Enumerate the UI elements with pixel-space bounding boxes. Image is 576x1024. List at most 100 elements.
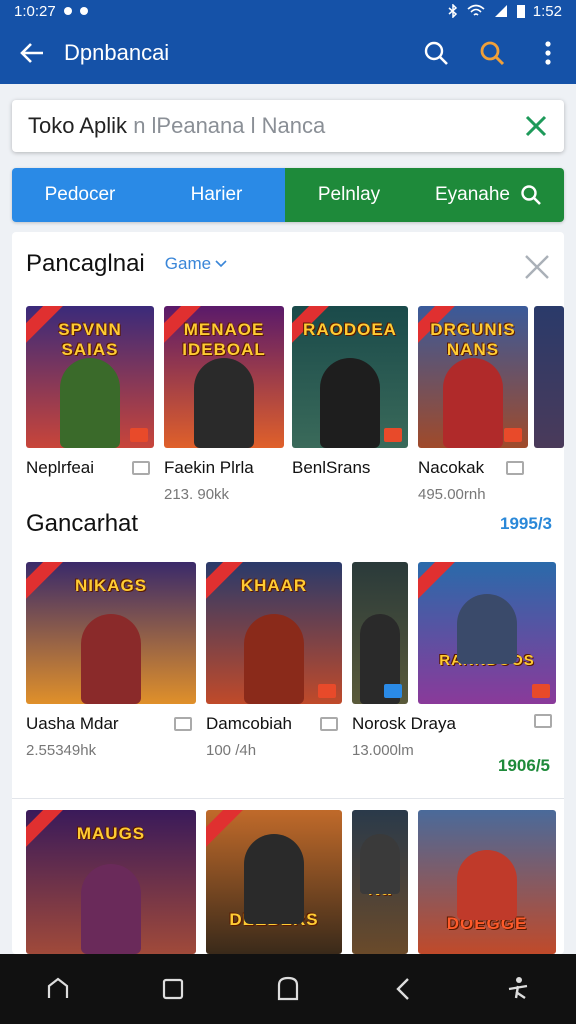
- tab-eyanahe[interactable]: Eyanahe: [413, 168, 564, 222]
- game-size: 495.00rnh: [418, 486, 486, 503]
- game-tile[interactable]: DOEGGE: [418, 810, 556, 954]
- game-thumbnail: MENAOE IDEBOAL: [164, 306, 284, 448]
- game-name-row: Nacokak: [418, 458, 528, 478]
- home-circle-button[interactable]: [268, 969, 308, 1009]
- game-title-art: NIKAGS: [74, 576, 148, 595]
- camera-icon: [79, 7, 88, 15]
- see-more-link[interactable]: 1995/3: [500, 514, 552, 534]
- search-icon: [424, 41, 448, 65]
- game-size: 213. 90kk: [164, 486, 230, 503]
- game-size: 2.55349hk: [26, 742, 97, 759]
- game-name-row: Uasha Mdar: [26, 714, 196, 734]
- game-name-row: Faekin Plrla: [164, 458, 284, 478]
- game-name: Faekin Plrla: [164, 458, 254, 477]
- home-nav-button[interactable]: [38, 969, 78, 1009]
- game-title-art: SPVNN SAIAS: [58, 320, 122, 359]
- game-thumbnail: RANNDOOS: [418, 562, 556, 704]
- navigation-bar: [0, 954, 576, 1024]
- battery-icon: [516, 5, 525, 18]
- search-value: Toko Aplik: [28, 113, 128, 138]
- game-thumbnail: DRGUNIS NANS: [418, 306, 528, 448]
- search-input[interactable]: Toko Aplik n lPeanana l Nanca: [28, 113, 524, 139]
- tab-label: Pelnlay: [317, 184, 381, 205]
- game-thumbnail: SPVNN SAIAS: [26, 306, 154, 448]
- tab-pelnlay[interactable]: Pelnlay: [285, 168, 413, 222]
- wifi-icon: [467, 4, 485, 16]
- game-size: 13.000lm: [352, 742, 414, 759]
- game-name-row: Norosk Draya: [352, 714, 456, 734]
- section-title: Gancarhat: [26, 510, 139, 537]
- bluetooth-icon: [448, 4, 457, 18]
- notification-icon: [63, 7, 72, 15]
- comment-icon: [174, 717, 192, 731]
- accessibility-nav-button[interactable]: [498, 969, 538, 1009]
- home-icon: [47, 977, 68, 998]
- category-tabs: Pedocer Harier Pelnlay Eyanahe: [12, 168, 564, 222]
- game-tile[interactable]: Na: [352, 810, 408, 954]
- status-time-right: 1:52: [532, 2, 562, 20]
- game-tile[interactable]: MAUGS: [26, 810, 196, 954]
- game-tile[interactable]: NIKAGS Uasha Mdar 2.55349hk: [26, 562, 196, 759]
- game-tile[interactable]: KHAAR Damcobiah 100 /4h: [206, 562, 342, 759]
- page-title: Dpnbancai: [64, 40, 170, 65]
- game-size: 100 /4h: [206, 742, 257, 759]
- tab-pedocer[interactable]: Pedocer: [12, 168, 148, 222]
- game-thumbnail: [534, 306, 564, 448]
- game-tile[interactable]: SPVNN SAIAS Neplrfeai: [26, 306, 154, 478]
- content-area: Toko Aplik n lPeanana l Nanca Pedocer Ha…: [0, 84, 576, 954]
- recents-nav-button[interactable]: [153, 969, 193, 1009]
- accessibility-icon: [509, 977, 528, 999]
- back-nav-button[interactable]: [383, 969, 423, 1009]
- close-icon[interactable]: [522, 252, 552, 282]
- rating-label: 1906/5: [498, 756, 550, 775]
- section-title: Pancaglnai: [26, 250, 145, 277]
- comment-icon: [132, 461, 150, 475]
- signal-icon: [494, 5, 507, 17]
- game-tile[interactable]: RAODOEA BenlSrans: [292, 306, 408, 478]
- game-tile[interactable]: DEEBERS: [206, 810, 342, 954]
- game-title-art: MAUGS: [76, 824, 146, 843]
- tab-label: Harier: [190, 184, 243, 205]
- game-name-row: Damcobiah: [206, 714, 342, 734]
- game-thumbnail: MAUGS: [26, 810, 196, 954]
- game-tile[interactable]: RANNDOOS: [418, 562, 556, 728]
- game-title-art: MENAOE IDEBOAL: [182, 320, 266, 359]
- tab-label: Eyanahe: [434, 184, 510, 205]
- more-vert-icon: [545, 41, 551, 65]
- search-icon: [521, 185, 541, 205]
- search-icon: [480, 41, 505, 66]
- game-name: Damcobiah: [206, 714, 292, 733]
- back-button[interactable]: [0, 22, 64, 84]
- game-thumbnail: [352, 562, 408, 704]
- comment-icon: [320, 717, 338, 731]
- game-tile[interactable]: Norosk Draya 13.000lm: [352, 562, 456, 759]
- search-active-button[interactable]: [464, 22, 520, 84]
- overflow-menu-button[interactable]: [520, 22, 576, 84]
- tab-harier[interactable]: Harier: [148, 168, 285, 222]
- search-button[interactable]: [408, 22, 464, 84]
- app-bar: Dpnbancai: [0, 22, 576, 84]
- filter-chip[interactable]: Game: [165, 254, 227, 274]
- comment-icon: [506, 461, 524, 475]
- game-thumbnail: KHAAR: [206, 562, 342, 704]
- game-title-art: KHAAR: [240, 576, 308, 595]
- clear-icon[interactable]: [524, 114, 548, 138]
- game-tile[interactable]: [534, 306, 564, 448]
- results-card: Pancaglnai Game SPVNN SAIAS Neplrfeai ME…: [12, 232, 564, 954]
- arrow-left-icon: [20, 43, 43, 63]
- game-title-art: DRGUNIS NANS: [430, 320, 516, 359]
- game-name: Uasha Mdar: [26, 714, 119, 733]
- game-title-art: RAODOEA: [303, 320, 397, 339]
- game-name: Nacokak: [418, 458, 485, 477]
- game-name: BenlSrans: [292, 458, 371, 477]
- game-tile[interactable]: MENAOE IDEBOAL Faekin Plrla 213. 90kk: [164, 306, 284, 503]
- search-field[interactable]: Toko Aplik n lPeanana l Nanca: [12, 100, 564, 152]
- divider: [12, 798, 564, 799]
- chevron-down-icon: [215, 260, 227, 268]
- chip-label: Game: [164, 254, 212, 273]
- status-bar: 1:0:27 1:52: [0, 0, 576, 22]
- game-name-row: BenlSrans: [292, 458, 408, 478]
- status-time-left: 1:0:27: [14, 2, 56, 20]
- section-header: Gancarhat: [26, 510, 138, 538]
- game-tile[interactable]: DRGUNIS NANS Nacokak 495.00rnh: [418, 306, 528, 503]
